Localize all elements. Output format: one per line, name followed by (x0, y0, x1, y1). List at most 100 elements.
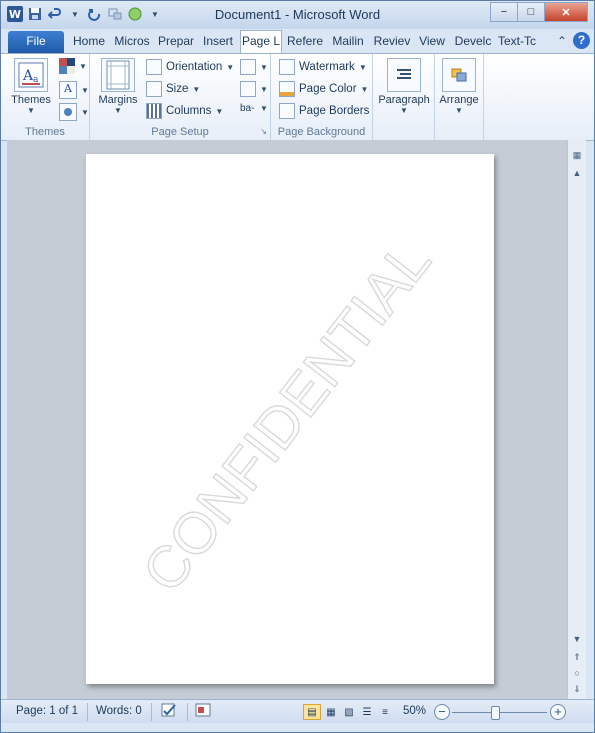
page-color-button[interactable]: Page Color ▼ (279, 81, 368, 97)
watermark-button[interactable]: Watermark ▼ (279, 59, 367, 75)
vertical-scrollbar[interactable]: ▦ ▲ ▼ ⇑ ○ ⇓ (567, 140, 586, 699)
tab-insert[interactable]: Insert (199, 31, 237, 53)
window-bottom-edge (1, 723, 594, 732)
theme-effects-icon (59, 103, 77, 121)
paragraph-button[interactable]: Paragraph ▼ (376, 58, 432, 115)
zoom-level[interactable]: 50% (403, 705, 426, 717)
print-layout-view-icon[interactable]: ▤ (303, 704, 321, 720)
tab-home[interactable]: Home (69, 31, 109, 53)
scroll-up-icon[interactable]: ▲ (570, 166, 584, 180)
tab-file[interactable]: File (8, 31, 64, 53)
word-count[interactable]: Words: 0 (96, 705, 142, 717)
tab-microsoft[interactable]: Micros (112, 31, 152, 53)
tab-page-layout[interactable]: Page L (240, 30, 282, 54)
themes-group-label: Themes (25, 126, 65, 138)
tab-view[interactable]: View (415, 31, 449, 53)
theme-effects-button[interactable]: ▼ (59, 103, 89, 121)
proofing-icon[interactable] (160, 702, 178, 721)
margins-dropdown-icon: ▼ (114, 106, 122, 115)
themes-label: Themes (11, 94, 51, 106)
title-bar: W ▼ ▼ Document1 - Microsoft Word − □ ✕ (1, 1, 594, 29)
columns-button[interactable]: Columns ▼ (146, 103, 223, 119)
zoom-in-button[interactable]: + (550, 704, 566, 720)
watermark: CONFIDENTIAL (129, 228, 444, 605)
themes-group: Aa Themes ▼ ▼ A ▼ ▼ Themes (1, 54, 90, 140)
full-screen-reading-view-icon[interactable]: ▦ (322, 704, 340, 720)
tab-developer[interactable]: Develc (452, 31, 494, 53)
theme-colors-icon (59, 58, 75, 74)
status-bar: Page: 1 of 1 Words: 0 ▤ ▦ ▧ ☰ ≡ 50% − + (1, 699, 594, 724)
ruler-toggle-icon[interactable]: ▦ (570, 148, 584, 162)
themes-dropdown-icon: ▼ (27, 106, 35, 115)
status-divider (87, 703, 88, 721)
next-page-icon[interactable]: ⇓ (570, 682, 584, 696)
arrange-group: Arrange ▼ (435, 54, 484, 140)
margins-label: Margins (98, 94, 138, 106)
paragraph-label: Paragraph (378, 94, 430, 106)
document-area[interactable]: CONFIDENTIAL (7, 140, 567, 699)
zoom-slider-thumb[interactable] (491, 706, 500, 720)
tab-references[interactable]: Refere (284, 31, 326, 53)
document-page[interactable]: CONFIDENTIAL (86, 154, 494, 684)
breaks-button[interactable]: ▼ (240, 59, 268, 75)
arrange-dropdown-icon: ▼ (455, 106, 463, 115)
watermark-icon (279, 59, 295, 75)
size-icon (146, 81, 162, 97)
page-borders-icon (279, 103, 295, 119)
page-count[interactable]: Page: 1 of 1 (16, 705, 78, 717)
status-divider (151, 703, 152, 721)
page-borders-button[interactable]: Page Borders (279, 103, 369, 119)
margins-icon (101, 58, 135, 92)
previous-page-icon[interactable]: ⇑ (570, 650, 584, 664)
page-setup-group: Margins ▼ Orientation ▼ Size ▼ Columns ▼… (90, 54, 271, 140)
tab-mailings[interactable]: Mailin (328, 31, 368, 53)
size-button[interactable]: Size ▼ (146, 81, 200, 97)
watermark-label: Watermark (299, 61, 355, 73)
arrange-button[interactable]: Arrange ▼ (437, 58, 481, 115)
page-borders-label: Page Borders (299, 105, 370, 117)
page-color-label: Page Color (299, 83, 357, 95)
status-divider (187, 703, 188, 721)
theme-colors-button[interactable]: ▼ (59, 58, 87, 74)
size-label: Size (166, 83, 189, 95)
breaks-icon (240, 59, 256, 75)
paragraph-group: Paragraph ▼ (373, 54, 435, 140)
web-layout-view-icon[interactable]: ▧ (340, 704, 358, 720)
word-window: W ▼ ▼ Document1 - Microsoft Word − □ ✕ F… (0, 0, 595, 733)
margins-button[interactable]: Margins ▼ (94, 58, 142, 115)
page-background-group-label: Page Background (277, 126, 366, 138)
hyphenation-button[interactable]: bа- ▼ (240, 103, 268, 114)
theme-fonts-icon: A (59, 81, 77, 99)
tab-review[interactable]: Reviev (371, 31, 413, 53)
theme-fonts-button[interactable]: A ▼ (59, 81, 89, 99)
close-button[interactable]: ✕ (544, 2, 588, 22)
ribbon-help-area: ⌃ ? (557, 32, 590, 49)
outline-view-icon[interactable]: ☰ (358, 704, 376, 720)
macro-recording-icon[interactable] (195, 703, 211, 720)
columns-icon (146, 103, 162, 119)
line-numbers-icon (240, 81, 256, 97)
orientation-button[interactable]: Orientation ▼ (146, 59, 234, 75)
line-numbers-button[interactable]: ▼ (240, 81, 268, 97)
maximize-button[interactable]: □ (517, 2, 545, 22)
paragraph-dropdown-icon: ▼ (400, 106, 408, 115)
minimize-button[interactable]: − (490, 2, 518, 22)
themes-button[interactable]: Aa Themes ▼ (9, 58, 53, 115)
help-icon[interactable]: ? (573, 32, 590, 49)
select-browse-object-icon[interactable]: ○ (570, 666, 584, 680)
watermark-text: CONFIDENTIAL (130, 229, 443, 604)
ribbon-tabs: File Home Micros Prepar Insert Page L Re… (1, 29, 594, 54)
orientation-label: Orientation (166, 61, 223, 73)
tab-text-to[interactable]: Text-Tc (496, 31, 538, 53)
page-setup-dialog-launcher-icon[interactable]: ↘ (260, 127, 267, 136)
window-controls: − □ ✕ (490, 2, 588, 22)
paragraph-icon (387, 58, 421, 92)
scroll-down-icon[interactable]: ▼ (570, 632, 584, 646)
columns-label: Columns (166, 105, 212, 117)
tab-prepare[interactable]: Prepar (155, 31, 197, 53)
orientation-icon (146, 59, 162, 75)
minimize-ribbon-icon[interactable]: ⌃ (557, 34, 567, 48)
page-background-group: Watermark ▼ Page Color ▼ Page Borders Pa… (271, 54, 373, 140)
draft-view-icon[interactable]: ≡ (376, 704, 394, 720)
zoom-out-button[interactable]: − (434, 704, 450, 720)
